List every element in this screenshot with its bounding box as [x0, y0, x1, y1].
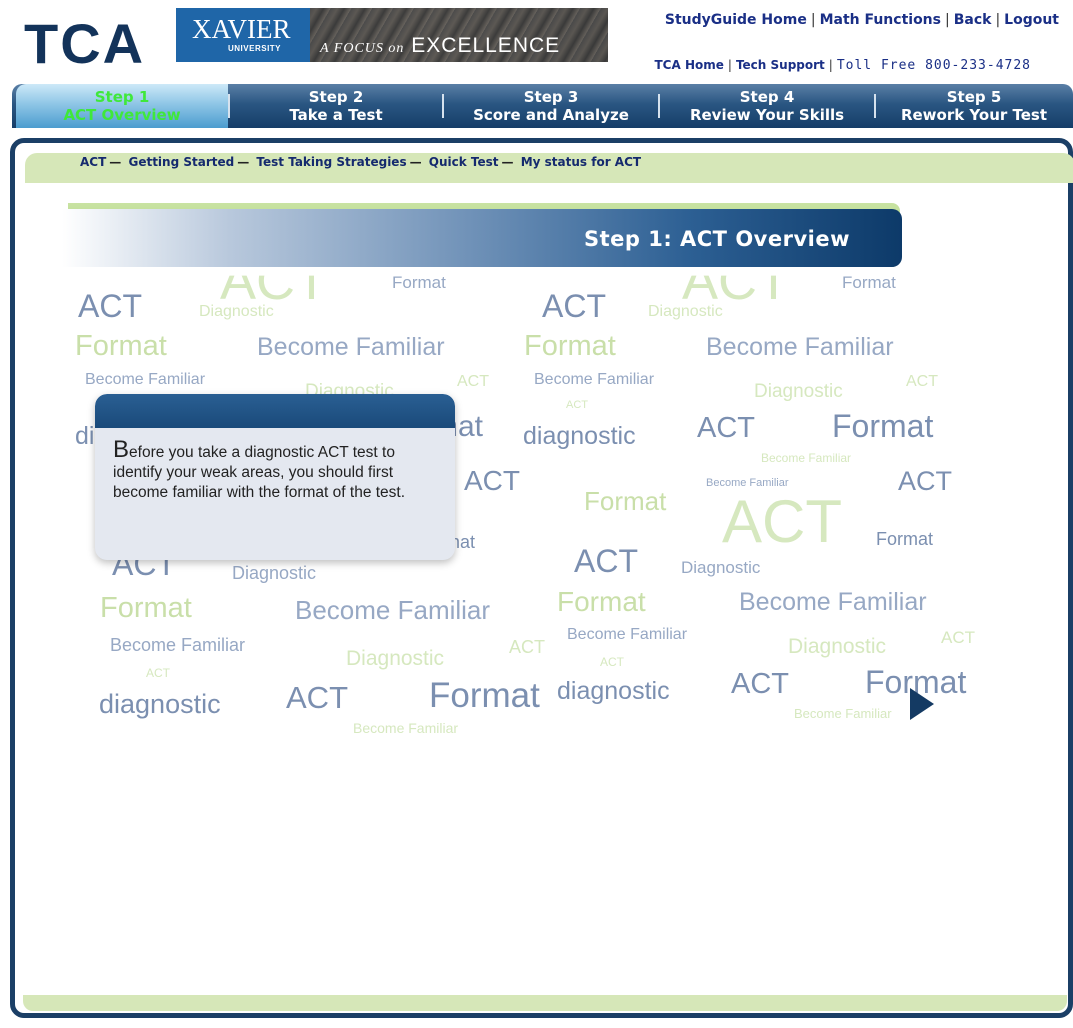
tagline-small: A FOCUS on — [320, 41, 405, 56]
step-1-label: ACT Overview — [63, 106, 181, 124]
popup-header — [95, 394, 455, 428]
step-3-tab[interactable]: Step 3 Score and Analyze — [444, 84, 658, 128]
step-1-tab[interactable]: Step 1 ACT Overview — [16, 84, 228, 128]
tca-logo: TCA — [24, 12, 146, 75]
sub-nav-links: TCA Home | Tech Support | Toll Free 800-233-… — [654, 58, 1031, 73]
tech-support-link[interactable]: Tech Support — [736, 58, 825, 72]
step-1-number: Step 1 — [94, 88, 150, 106]
breadcrumb-my-status[interactable]: My status for ACT — [521, 155, 641, 169]
banner-tagline: A FOCUS on EXCELLENCE — [320, 34, 560, 58]
math-functions-link[interactable]: Math Functions — [820, 12, 941, 28]
step-2-label: Take a Test — [289, 106, 383, 124]
next-arrow-icon[interactable] — [910, 688, 934, 720]
tca-home-link[interactable]: TCA Home — [655, 58, 724, 72]
breadcrumb: ACT — Getting Started — Test Taking Strate… — [80, 155, 642, 169]
back-link[interactable]: Back — [954, 12, 992, 28]
xavier-university-label: UNIVERSITY — [228, 44, 282, 53]
studyguide-home-link[interactable]: StudyGuide Home — [665, 12, 807, 28]
breadcrumb-root: ACT — [80, 155, 107, 169]
xavier-logo: XAVIER UNIVERSITY — [176, 8, 310, 62]
step-5-tab[interactable]: Step 5 Rework Your Test — [876, 84, 1072, 128]
step-4-tab[interactable]: Step 4 Review Your Skills — [660, 84, 874, 128]
step-2-tab[interactable]: Step 2 Take a Test — [230, 84, 442, 128]
tagline-big: EXCELLENCE — [411, 34, 561, 57]
popup-message: efore you take a diagnostic ACT test to … — [113, 444, 406, 501]
top-nav-links: StudyGuide Home | Math Functions | Back | Logo… — [664, 12, 1059, 28]
logout-link[interactable]: Logout — [1004, 12, 1059, 28]
page-title: Step 1: ACT Overview — [583, 227, 850, 251]
step-3-label: Score and Analyze — [473, 106, 629, 124]
step-3-number: Step 3 — [523, 88, 579, 106]
steps-nav: Step 1 ACT Overview Step 2 Take a Test S… — [12, 84, 1073, 128]
popup-text: Before you take a diagnostic ACT test to… — [113, 438, 443, 503]
content-frame — [10, 138, 1073, 1018]
popup-drop-cap: B — [113, 436, 130, 463]
page-title-bar: Step 1: ACT Overview — [62, 203, 902, 267]
frame-footer-bar — [23, 995, 1067, 1011]
toll-free-number: Toll Free 800-233-4728 — [836, 58, 1031, 73]
breadcrumb-quick-test[interactable]: Quick Test — [429, 155, 499, 169]
breadcrumb-test-taking-strategies[interactable]: Test Taking Strategies — [256, 155, 406, 169]
step-5-label: Rework Your Test — [900, 106, 1048, 124]
step-2-number: Step 2 — [308, 88, 364, 106]
xavier-name: XAVIER — [192, 14, 291, 44]
step-5-number: Step 5 — [946, 88, 1002, 106]
info-popup: Before you take a diagnostic ACT test to… — [95, 394, 455, 560]
xavier-banner: XAVIER UNIVERSITY A FOCUS on EXCELLENCE — [176, 8, 608, 62]
breadcrumb-getting-started[interactable]: Getting Started — [128, 155, 234, 169]
step-4-label: Review Your Skills — [689, 106, 845, 124]
step-4-number: Step 4 — [739, 88, 795, 106]
